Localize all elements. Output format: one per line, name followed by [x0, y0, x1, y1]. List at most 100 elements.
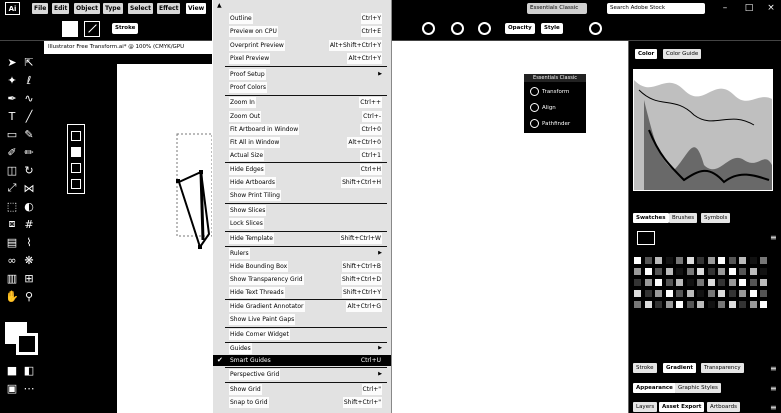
swatch-tile[interactable] [685, 278, 695, 287]
color-mode-icon[interactable]: ■ [5, 363, 19, 377]
menu-item-fit-all[interactable]: Fit All in Window Alt+Ctrl+0 [213, 137, 391, 148]
panel-menu-icon[interactable]: ≡ [770, 384, 777, 393]
menu-item-actual-size[interactable]: Actual Size Ctrl+1 [213, 150, 391, 161]
swatch-tile[interactable] [727, 300, 737, 309]
menu-item-proof-colors[interactable]: Proof Colors [213, 82, 391, 93]
swatch-tile[interactable] [685, 256, 695, 265]
direct-selection-icon[interactable]: ⇱ [22, 55, 36, 69]
palette-item-pathfinder[interactable]: Pathfinder [530, 118, 584, 130]
menu-item-hide-gradient-annotator[interactable]: Hide Gradient Annotator Alt+Ctrl+G [213, 301, 391, 312]
perspective-grid-icon[interactable]: ⧈ [5, 217, 19, 231]
menu-edit[interactable]: Edit [52, 3, 70, 14]
swatch-tile[interactable] [759, 289, 768, 298]
swatch-tile[interactable] [696, 300, 705, 309]
stock-search-input[interactable]: Search Adobe Stock [607, 3, 705, 14]
line-tool-icon[interactable]: ╱ [22, 109, 36, 123]
gradient-tool-icon[interactable]: ▤ [5, 235, 19, 249]
menu-item-preview-cpu[interactable]: Preview on CPU Ctrl+E [213, 26, 391, 37]
swatch-tile[interactable] [748, 256, 758, 265]
recolor-icon[interactable] [422, 22, 435, 35]
palette-item-transform[interactable]: Transform [530, 86, 584, 98]
swatch-tile[interactable] [675, 267, 684, 276]
swatch-tile[interactable] [759, 300, 768, 309]
color-spectrum-preview[interactable] [633, 69, 773, 191]
swatch-tile[interactable] [675, 300, 684, 309]
swatch-tile[interactable] [696, 267, 705, 276]
artboard[interactable] [117, 64, 212, 413]
shaper-icon[interactable]: ✐ [5, 145, 19, 159]
swatch-tile[interactable] [675, 256, 684, 265]
stroke-weight-button[interactable]: Stroke [112, 23, 139, 34]
free-distort-icon[interactable] [71, 179, 81, 189]
transform-icon[interactable] [478, 22, 491, 35]
menu-object[interactable]: Object [74, 3, 100, 14]
tab-gradient[interactable]: Gradient [663, 363, 697, 373]
palette-item-align[interactable]: Align [530, 102, 584, 114]
tab-transparency[interactable]: Transparency [701, 363, 744, 373]
swatch-tile[interactable] [633, 267, 642, 276]
swatch-tile[interactable] [748, 289, 758, 298]
menu-scroll-up-icon[interactable]: ▲ [217, 2, 222, 9]
menu-item-show-grid[interactable]: Show Grid Ctrl+" [213, 384, 391, 395]
free-transform-mode-icon[interactable] [71, 147, 81, 157]
style-button[interactable]: Style [541, 23, 563, 34]
width-tool-icon[interactable]: ⋈ [22, 181, 36, 195]
screen-mode-icon[interactable]: ▣ [5, 381, 19, 395]
blend-tool-icon[interactable]: ∞ [5, 253, 19, 267]
symbol-sprayer-icon[interactable]: ❋ [22, 253, 36, 267]
menu-item-show-print-tiling[interactable]: Show Print Tiling [213, 190, 391, 201]
menu-item-overprint-preview[interactable]: Overprint Preview Alt+Shift+Ctrl+Y [213, 40, 391, 51]
menu-item-show-slices[interactable]: Show Slices [213, 205, 391, 216]
menu-view[interactable]: View [186, 3, 207, 14]
menu-item-outline[interactable]: Outline Ctrl+Y [213, 13, 391, 24]
swatch-tile[interactable] [664, 256, 674, 265]
swatch-tile[interactable] [696, 278, 705, 287]
close-button[interactable]: × [764, 1, 778, 15]
swatch-tile[interactable] [748, 278, 758, 287]
rectangle-tool-icon[interactable]: ▭ [5, 127, 19, 141]
menu-item-hide-corner-widget[interactable]: Hide Corner Widget [213, 329, 391, 340]
free-transform-icon[interactable]: ⬚ [5, 199, 19, 213]
swatch-tile[interactable] [706, 289, 716, 298]
menu-item-rulers[interactable]: Rulers ▶ [213, 248, 391, 259]
swatch-tile[interactable] [738, 267, 747, 276]
swatch-tile[interactable] [759, 267, 768, 276]
zoom-tool-icon[interactable]: ⚲ [22, 289, 36, 303]
artboard-tool-icon[interactable]: ⊞ [22, 271, 36, 285]
eyedropper-icon[interactable]: ⌇ [22, 235, 36, 249]
workspace-area[interactable] [392, 41, 628, 413]
minimize-button[interactable]: – [718, 1, 732, 15]
menu-item-hide-bounding-box[interactable]: Hide Bounding Box Shift+Ctrl+B [213, 261, 391, 272]
swatch-tile[interactable] [748, 300, 758, 309]
menu-item-proof-setup[interactable]: Proof Setup ▶ [213, 69, 391, 80]
panel-menu-icon[interactable]: ≡ [770, 364, 777, 373]
swatch-tile[interactable] [685, 289, 695, 298]
arrange-icon[interactable] [589, 22, 602, 35]
fill-color-swatch[interactable] [62, 21, 78, 37]
swatch-libraries-icon[interactable] [637, 231, 655, 245]
swatch-tile[interactable] [738, 256, 747, 265]
tab-symbols[interactable]: Symbols [701, 213, 731, 223]
swatch-tile[interactable] [748, 267, 758, 276]
swatch-tile[interactable] [738, 278, 747, 287]
menu-item-pixel-preview[interactable]: Pixel Preview Alt+Ctrl+Y [213, 53, 391, 64]
document-tab[interactable]: Illustrator Free Transform.ai* @ 100% (C… [44, 41, 212, 54]
swatch-tile[interactable] [727, 267, 737, 276]
swatch-tile[interactable] [643, 256, 653, 265]
tab-appearance[interactable]: Appearance [633, 383, 676, 393]
menu-item-zoom-out[interactable]: Zoom Out Ctrl+- [213, 111, 391, 122]
menu-item-show-live-paint-gaps[interactable]: Show Live Paint Gaps [213, 314, 391, 325]
menu-select[interactable]: Select [128, 3, 153, 14]
menu-item-snap-to-grid[interactable]: Snap to Grid Shift+Ctrl+" [213, 397, 391, 408]
swatch-tile[interactable] [738, 300, 747, 309]
swatch-tile[interactable] [717, 289, 726, 298]
draw-mode-icon[interactable]: ◧ [22, 363, 36, 377]
lasso-icon[interactable]: ℓ [22, 73, 36, 87]
swatch-tile[interactable] [633, 256, 642, 265]
swatch-tile[interactable] [643, 278, 653, 287]
swatch-tile[interactable] [654, 267, 663, 276]
menu-item-zoom-in[interactable]: Zoom In Ctrl++ [213, 97, 391, 108]
swatch-tile[interactable] [664, 278, 674, 287]
swatch-tile[interactable] [706, 300, 716, 309]
swatch-tile[interactable] [654, 289, 663, 298]
